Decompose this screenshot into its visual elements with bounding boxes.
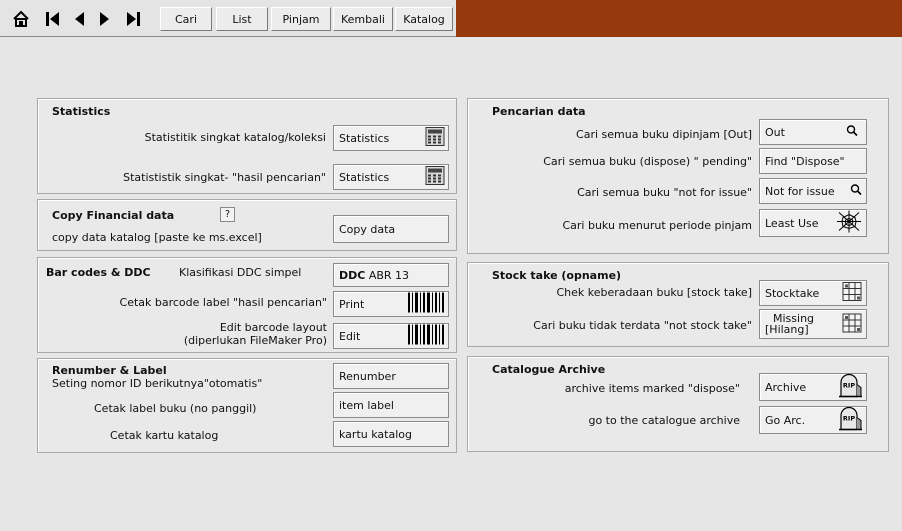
- missing-label: Cari buku tidak terdata "not stock take": [533, 319, 752, 332]
- tombstone-icon: RIP: [837, 373, 863, 402]
- copy-financial-title: Copy Financial data: [52, 209, 175, 222]
- archive-label: archive items marked "dispose": [564, 382, 740, 395]
- barcode-title: Bar codes & DDC: [46, 266, 151, 279]
- barcode-icon: [407, 324, 445, 349]
- not-for-issue-button[interactable]: Not for issue: [759, 178, 867, 204]
- renumber-panel: Renumber & Label Seting nomor ID berikut…: [37, 358, 457, 453]
- print-barcode-label: Cetak barcode label "hasil pencarian": [119, 296, 327, 309]
- find-dispose-button[interactable]: Find "Dispose": [759, 148, 867, 174]
- grid-form-icon: [842, 313, 862, 335]
- statistics-koleksi-button[interactable]: Statistics: [333, 125, 449, 151]
- barcode-icon: [407, 292, 445, 317]
- stocktake-panel: Stock take (opname) Chek keberadaan buku…: [467, 262, 889, 347]
- statistics-title: Statistics: [52, 105, 111, 118]
- out-button[interactable]: Out: [759, 119, 867, 145]
- next-record-icon[interactable]: [94, 7, 116, 31]
- prev-record-icon[interactable]: [68, 7, 90, 31]
- kartu-katalog-label: Cetak kartu katalog: [110, 429, 219, 442]
- go-archive-button[interactable]: Go Arc. RIP: [759, 406, 867, 434]
- not-for-issue-label: Cari semua buku "not for issue": [577, 186, 752, 199]
- archive-button[interactable]: Archive RIP: [759, 373, 867, 401]
- calculator-icon: [425, 127, 445, 150]
- ddc-button[interactable]: DDC ABR 13: [333, 263, 449, 287]
- archive-title: Catalogue Archive: [492, 363, 606, 376]
- item-label-label: Cetak label buku (no panggil): [94, 402, 257, 415]
- tab-pinjam[interactable]: Pinjam: [271, 7, 331, 31]
- tab-list[interactable]: List: [216, 7, 268, 31]
- least-use-label: Cari buku menurut periode pinjam: [562, 219, 752, 232]
- help-button[interactable]: ?: [220, 207, 235, 222]
- home-icon[interactable]: [10, 7, 32, 31]
- statistics-panel: Statistics Statistitik singkat katalog/k…: [37, 98, 457, 194]
- tab-katalog[interactable]: Katalog: [395, 7, 453, 31]
- pencarian-panel: Pencarian data Cari semua buku dipinjam …: [467, 98, 889, 254]
- rip-text: RIP: [843, 415, 855, 423]
- pencarian-title: Pencarian data: [492, 105, 586, 118]
- last-record-icon[interactable]: [122, 7, 144, 31]
- renumber-label: Seting nomor ID berikutnya"otomatis": [52, 377, 263, 390]
- statistics-row2-label: Statististik singkat- "hasil pencarian": [123, 171, 326, 184]
- least-use-button[interactable]: Least Use: [759, 209, 867, 237]
- edit-barcode-note: (diperlukan FileMaker Pro): [183, 334, 327, 347]
- copy-data-button[interactable]: Copy data: [333, 215, 449, 243]
- statistics-row1-label: Statistitik singkat katalog/koleksi: [144, 131, 326, 144]
- copy-financial-panel: Copy Financial data ? copy data katalog …: [37, 199, 457, 251]
- item-label-button[interactable]: item label: [333, 392, 449, 418]
- spiderweb-icon: [836, 210, 862, 237]
- go-archive-label: go to the catalogue archive: [588, 414, 740, 427]
- edit-barcode-button[interactable]: Edit: [333, 323, 449, 349]
- tab-kembali[interactable]: Kembali: [333, 7, 393, 31]
- dispose-label: Cari semua buku (dispose) " pending": [543, 155, 752, 168]
- tab-cari[interactable]: Cari: [160, 7, 212, 31]
- stocktake-label: Chek keberadaan buku [stock take]: [556, 286, 752, 299]
- kartu-katalog-button[interactable]: kartu katalog: [333, 421, 449, 447]
- tombstone-icon: RIP: [837, 406, 863, 435]
- stocktake-button[interactable]: Stocktake: [759, 280, 867, 306]
- copy-financial-label: copy data katalog [paste ke ms.excel]: [52, 231, 262, 244]
- grid-form-icon: [842, 282, 862, 305]
- renumber-title: Renumber & Label: [52, 364, 167, 377]
- ddc-label: Klasifikasi DDC simpel: [179, 266, 302, 279]
- rip-text: RIP: [843, 382, 855, 390]
- archive-panel: Catalogue Archive archive items marked "…: [467, 356, 889, 452]
- renumber-button[interactable]: Renumber: [333, 363, 449, 389]
- toolbar-buttons: Cari List Pinjam Kembali Katalog: [0, 0, 456, 37]
- edit-barcode-label: Edit barcode layout: [219, 321, 327, 334]
- magnifier-icon: [846, 125, 858, 140]
- magnifier-icon: [850, 184, 862, 199]
- statistics-hasil-button[interactable]: Statistics: [333, 164, 449, 190]
- print-barcode-button[interactable]: Print: [333, 291, 449, 317]
- missing-button[interactable]: Missing [Hilang]: [759, 309, 867, 339]
- stocktake-title: Stock take (opname): [492, 269, 622, 282]
- calculator-icon: [425, 166, 445, 189]
- barcode-panel: Bar codes & DDC Klasifikasi DDC simpel D…: [37, 257, 457, 353]
- out-label: Cari semua buku dipinjam [Out]: [576, 128, 752, 141]
- first-record-icon[interactable]: [42, 7, 64, 31]
